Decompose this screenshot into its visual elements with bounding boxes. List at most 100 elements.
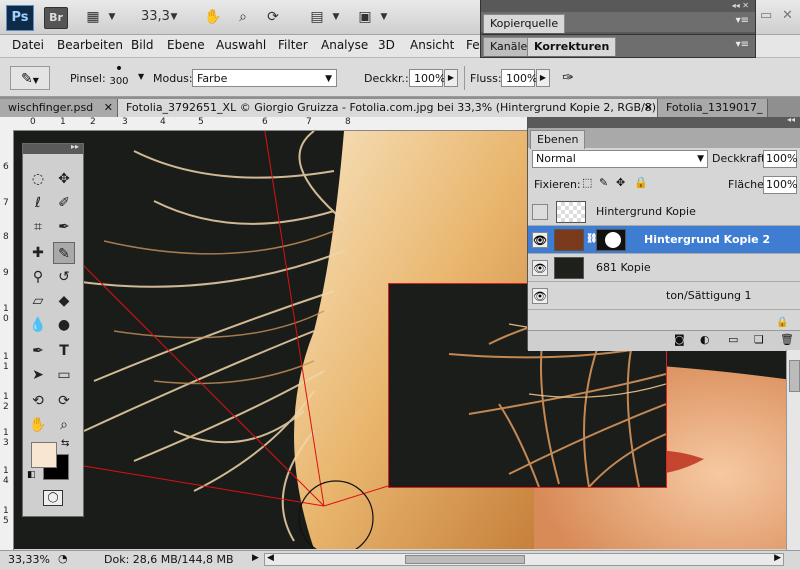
airbrush-icon[interactable]: ✑ <box>556 67 580 89</box>
horizontal-scrollbar[interactable]: ◀ ▶ <box>264 553 784 566</box>
rotate-view-icon[interactable]: ⟳ <box>262 7 284 27</box>
filmstrip-icon[interactable]: ▦ <box>80 7 106 27</box>
fluss-slider-button[interactable]: ▶ <box>536 69 550 87</box>
tab-document-1[interactable]: wischfinger.psd ✕ <box>0 99 118 117</box>
tab-korrekturen[interactable]: Korrekturen <box>527 37 617 56</box>
layer-row-farbton-saettigung[interactable]: 👁 ton/Sättigung 1 <box>528 282 800 310</box>
status-menu-arrow-icon[interactable]: ▶ <box>252 553 259 563</box>
menu-fenster[interactable]: Fe <box>466 38 480 52</box>
scroll-left-icon[interactable]: ◀ <box>267 553 274 563</box>
fill-opacity-input[interactable]: 100% <box>763 176 797 194</box>
delete-layer-icon[interactable]: 🗑 <box>780 333 794 346</box>
lock-position-icon[interactable]: ✥ <box>616 176 625 189</box>
menu-ansicht[interactable]: Ansicht <box>410 38 454 52</box>
menu-auswahl[interactable]: Auswahl <box>216 38 266 52</box>
blend-mode-select[interactable]: Normal ▼ <box>532 150 708 168</box>
add-mask-icon[interactable]: ◙ <box>674 333 685 346</box>
hand-tool-icon[interactable]: ✋ <box>27 414 49 436</box>
layer-row-hintergrund-kopie[interactable]: Hintergrund Kopie <box>528 198 800 226</box>
chevron-down-icon[interactable]: ▼ <box>106 7 118 27</box>
tab-document-3[interactable]: Fotolia_1319017_ <box>658 99 768 117</box>
layer-opacity-input[interactable]: 100% <box>763 150 797 168</box>
3d-rotate-icon[interactable]: ⟲ <box>27 390 49 412</box>
collapse-icon[interactable]: ◂◂ <box>787 115 795 124</box>
foreground-color-front[interactable] <box>31 442 57 468</box>
menu-filter[interactable]: Filter <box>278 38 308 52</box>
scroll-right-icon[interactable]: ▶ <box>774 553 781 563</box>
modus-select[interactable]: Farbe ▼ <box>192 69 337 87</box>
move-tool-icon[interactable]: ✥ <box>53 168 75 190</box>
eraser-icon[interactable]: ▱ <box>27 290 49 312</box>
arrange-dropdown-icon[interactable]: ▼ <box>330 7 342 27</box>
healing-brush-icon[interactable]: ✚ <box>27 242 49 264</box>
path-selection-icon[interactable]: ➤ <box>27 364 49 386</box>
clone-stamp-icon[interactable]: ⚲ <box>27 266 49 288</box>
menu-datei[interactable]: Datei <box>12 38 44 52</box>
bridge-button[interactable]: Br <box>44 7 68 29</box>
new-layer-icon[interactable]: ❏ <box>754 333 764 346</box>
scroll-thumb[interactable] <box>405 555 525 564</box>
lasso-tool-icon[interactable]: ℓ <box>27 192 49 214</box>
eye-icon[interactable]: 👁 <box>532 260 548 276</box>
lock-all-icon[interactable]: 🔒 <box>634 176 648 189</box>
quick-selection-icon[interactable]: ✐ <box>53 192 75 214</box>
hand-tool-icon[interactable]: ✋ <box>202 7 224 27</box>
crop-tool-icon[interactable]: ⌗ <box>27 216 49 238</box>
marquee-tool-icon[interactable]: ◌ <box>27 168 49 190</box>
blur-tool-icon[interactable]: 💧 <box>27 314 49 336</box>
tool-preset-picker[interactable]: ✎▼ <box>10 66 50 90</box>
dodge-tool-icon[interactable]: ● <box>53 314 75 336</box>
new-group-icon[interactable]: ▭ <box>728 333 738 346</box>
ruler-left[interactable]: 6 7 8 9 1 0 1 1 1 2 1 3 1 4 1 5 <box>0 130 14 550</box>
deckkraft-slider-button[interactable]: ▶ <box>444 69 458 87</box>
pen-tool-icon[interactable]: ✒ <box>27 340 49 362</box>
status-info-icon[interactable]: ◔ <box>58 552 68 565</box>
layer-row-681-kopie[interactable]: 👁 681 Kopie <box>528 254 800 282</box>
screen-mode-icon[interactable]: ▣ <box>354 7 376 27</box>
default-colors-icon[interactable]: ◧ <box>27 470 36 480</box>
panel-menu-icon[interactable]: ▾≡ <box>736 39 749 50</box>
restore-window-icon[interactable]: ▭ <box>760 8 772 23</box>
layers-panel-header[interactable]: ◂◂ <box>528 115 800 128</box>
type-tool-icon[interactable]: T <box>53 340 75 362</box>
zoom-dropdown-icon[interactable]: ▼ <box>168 7 180 27</box>
arrange-documents-icon[interactable]: ▤ <box>306 7 328 27</box>
menu-bearbeiten[interactable]: Bearbeiten <box>57 38 123 52</box>
history-brush-icon[interactable]: ↺ <box>53 266 75 288</box>
deckkraft-input[interactable]: 100% <box>409 69 445 87</box>
brush-tool-icon[interactable]: ✎ <box>53 242 75 264</box>
status-zoom[interactable]: 33,33% <box>8 553 50 566</box>
zoom-tool-icon[interactable]: ⌕ <box>53 414 75 436</box>
layer-row-hintergrund-kopie-2[interactable]: 👁 ⛓ Hintergrund Kopie 2 <box>528 226 800 254</box>
close-window-icon[interactable]: ✕ <box>782 8 793 23</box>
brush-picker[interactable]: • 300 <box>104 62 134 92</box>
vertical-scrollbar[interactable] <box>786 350 800 550</box>
collapse-icon[interactable]: ▸▸ <box>71 142 79 151</box>
tab-kopierquelle[interactable]: Kopierquelle <box>483 14 566 33</box>
tab-document-2[interactable]: Fotolia_3792651_XL © Giorgio Gruizza - F… <box>118 99 658 117</box>
tab-ebenen[interactable]: Ebenen <box>530 130 586 149</box>
close-icon[interactable]: ✕ <box>104 99 113 117</box>
eyedropper-icon[interactable]: ✒ <box>53 216 75 238</box>
quick-mask-icon[interactable]: ◯ <box>43 490 63 506</box>
panel-menu-icon[interactable]: ▾≡ <box>736 15 749 26</box>
panel-collapse-icon[interactable]: ◂◂ ✕ <box>732 1 749 10</box>
toolbox-header[interactable]: ▸▸ <box>23 142 83 154</box>
menu-analyse[interactable]: Analyse <box>321 38 368 52</box>
eye-icon[interactable]: 👁 <box>532 232 548 248</box>
visibility-toggle[interactable] <box>532 204 548 220</box>
fluss-input[interactable]: 100% <box>501 69 537 87</box>
zoom-level[interactable]: 33,3 <box>141 9 170 24</box>
menu-bild[interactable]: Bild <box>131 38 154 52</box>
paint-bucket-icon[interactable]: ◆ <box>53 290 75 312</box>
zoom-tool-icon[interactable]: ⌕ <box>232 7 254 27</box>
adjustment-layer-icon[interactable]: ◐ <box>700 333 710 346</box>
screen-mode-dropdown-icon[interactable]: ▼ <box>378 7 390 27</box>
menu-ebene[interactable]: Ebene <box>167 38 205 52</box>
close-icon[interactable]: ✕ <box>644 99 653 117</box>
menu-3d[interactable]: 3D <box>378 38 395 52</box>
3d-orbit-icon[interactable]: ⟳ <box>53 390 75 412</box>
lock-pixels-icon[interactable]: ✎ <box>599 176 608 189</box>
scroll-thumb[interactable] <box>789 360 800 392</box>
lock-transparent-icon[interactable]: ⬚ <box>582 176 592 189</box>
